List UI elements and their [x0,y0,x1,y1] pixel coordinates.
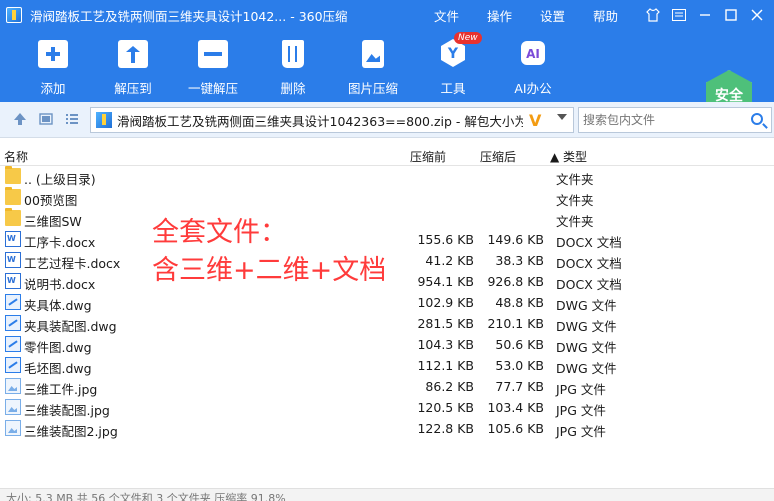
list-item[interactable]: 零件图.dwg 104.3 KB 50.6 KB DWG 文件 [0,334,774,355]
extract-icon [116,36,150,70]
column-type[interactable]: ▲ 类型 [550,148,587,165]
address-bar: 滑阀踏板工艺及铣两侧面三维夹具设计1042363==800.zip - 解包大小… [0,102,774,138]
word-document-icon [5,273,21,289]
image-file-icon [5,420,21,436]
list-item[interactable]: 三维装配图2.jpg 122.8 KB 105.6 KB JPG 文件 [0,418,774,439]
up-arrow-icon[interactable] [12,112,28,128]
one-click-extract-button[interactable]: 一键解压 [176,36,250,97]
add-button[interactable]: 添加 [16,36,90,97]
skin-icon[interactable] [640,0,666,30]
view-thumbnail-icon[interactable] [38,112,54,128]
promo-line-1: 全套文件： [152,217,287,248]
file-list: .. (上级目录)文件夹 00预览图文件夹 三维图SW文件夹 工序卡.docx1… [0,166,774,439]
search-icon[interactable] [751,113,763,125]
word-document-icon [5,231,21,247]
maximize-icon[interactable] [718,0,744,30]
folder-icon [5,187,21,205]
list-item[interactable]: 工艺过程卡.docx41.2 KB38.3 KBDOCX 文档 [0,250,774,271]
dwg-file-icon [5,294,21,310]
new-badge: New [454,32,482,44]
column-header: 名称 压缩前 压缩后 ▲ 类型 [0,144,774,166]
dwg-file-icon [5,315,21,331]
column-size-after[interactable]: 压缩后 [480,148,516,165]
promo-line-2: 含三维+二维+文档 [152,255,387,286]
image-compress-icon [356,36,390,70]
status-bar: 大小: 5.3 MB 共 56 个文件和 3 个文件夹 压缩率 91.8% [0,488,774,501]
menu-icon[interactable] [666,0,692,30]
image-compress-button[interactable]: 图片压缩 [336,36,410,97]
search-input[interactable] [583,113,743,127]
list-item[interactable]: 00预览图 文件夹 [0,187,774,208]
title-bar: 滑阀踏板工艺及铣两侧面三维夹具设计1042... - 360压缩 文件 操作 设… [0,0,774,30]
menu-help[interactable]: 帮助 [593,6,618,25]
one-click-extract-icon [196,36,230,70]
list-item[interactable]: .. (上级目录) 文件夹 [0,166,774,187]
dwg-file-icon [5,336,21,352]
search-box[interactable] [578,107,772,133]
ai-office-button[interactable]: AI AI办公 [496,36,570,97]
toolbar: 添加 解压到 一键解压 删除 图片压缩 Y 工具 AI AI办公 安全 [0,30,774,120]
image-file-icon [5,399,21,415]
word-document-icon [5,252,21,268]
chevron-down-icon[interactable] [557,114,567,120]
column-size-before[interactable]: 压缩前 [410,148,446,165]
list-item[interactable]: 毛坯图.dwg 112.1 KB 53.0 KB DWG 文件 [0,355,774,376]
svg-text:AI: AI [526,47,540,61]
check-mark-icon: V [529,110,542,130]
folder-icon [5,166,21,184]
archive-path: 滑阀踏板工艺及铣两侧面三维夹具设计1042363==800.zip - 解包大小… [117,113,523,129]
close-icon[interactable] [744,0,770,30]
list-item[interactable]: 工序卡.docx155.6 KB149.6 KBDOCX 文档 [0,229,774,250]
zip-archive-icon [96,112,112,128]
window-title: 滑阀踏板工艺及铣两侧面三维夹具设计1042... - 360压缩 [30,8,348,24]
path-field[interactable]: 滑阀踏板工艺及铣两侧面三维夹具设计1042363==800.zip - 解包大小… [90,107,574,133]
menu-file[interactable]: 文件 [434,6,459,25]
view-list-icon[interactable] [64,112,80,128]
column-name[interactable]: 名称 [4,148,28,165]
folder-icon [5,208,21,226]
list-item[interactable]: 说明书.docx954.1 KB926.8 KBDOCX 文档 [0,271,774,292]
menu-bar: 文件 操作 设置 帮助 [434,0,646,30]
list-item[interactable]: 夹具体.dwg 102.9 KB 48.8 KB DWG 文件 [0,292,774,313]
list-item[interactable]: 夹具装配图.dwg 281.5 KB 210.1 KB DWG 文件 [0,313,774,334]
list-item[interactable]: 三维工件.jpg 86.2 KB 77.7 KB JPG 文件 [0,376,774,397]
image-file-icon [5,378,21,394]
window-controls [640,0,770,30]
svg-text:Y: Y [447,46,459,62]
list-item[interactable]: 三维图SW 文件夹 [0,208,774,229]
tools-button[interactable]: Y 工具 [416,36,490,97]
dwg-file-icon [5,357,21,373]
delete-icon [276,36,310,70]
status-text: 大小: 5.3 MB 共 56 个文件和 3 个文件夹 压缩率 91.8% [6,492,286,501]
extract-to-button[interactable]: 解压到 [96,36,170,97]
menu-settings[interactable]: 设置 [540,6,565,25]
delete-button[interactable]: 删除 [256,36,330,97]
minimize-icon[interactable] [692,0,718,30]
menu-operation[interactable]: 操作 [487,6,512,25]
ai-office-icon: AI [516,36,550,70]
add-icon [36,36,70,70]
app-logo-icon [6,7,22,23]
promo-overlay: 全套文件： 含三维+二维+文档 [152,214,386,290]
list-item[interactable]: 三维装配图.jpg 120.5 KB 103.4 KB JPG 文件 [0,397,774,418]
